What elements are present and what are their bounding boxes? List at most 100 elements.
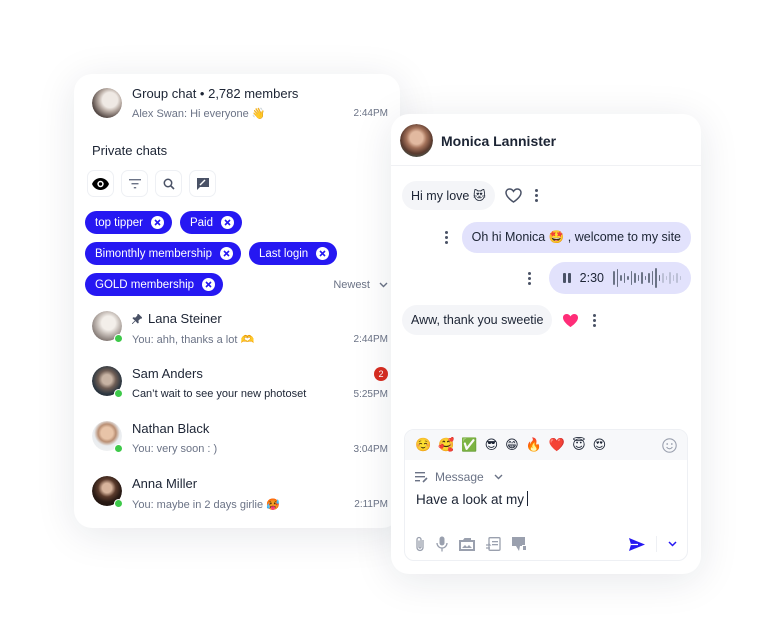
- filter-chip[interactable]: Last login: [248, 242, 338, 265]
- chat-toolbar: [87, 170, 216, 197]
- chat-list-item[interactable]: Anna Miller You: maybe in 2 days girlie …: [92, 469, 388, 524]
- quick-emoji[interactable]: 🔥: [526, 437, 542, 453]
- filter-chip[interactable]: GOLD membership: [85, 273, 224, 296]
- pin-icon: [132, 313, 142, 324]
- microphone-icon[interactable]: [436, 536, 448, 552]
- media-vault-icon[interactable]: [459, 537, 475, 551]
- quick-emoji[interactable]: ☺️: [415, 437, 431, 453]
- eye-icon: [92, 177, 109, 190]
- online-status-dot: [114, 499, 123, 508]
- unread-count-badge: 2: [374, 367, 388, 381]
- message-time: 2:44PM: [353, 334, 388, 345]
- message-outgoing: Oh hi Monica 🤩 , welcome to my site: [442, 222, 691, 253]
- chat-list-item[interactable]: Sam Anders 2 Can’t wait to see your new …: [92, 359, 388, 414]
- private-chat-list: Lana Steiner You: ahh, thanks a lot 🫶 2:…: [92, 304, 388, 524]
- chat-list-item[interactable]: Lana Steiner You: ahh, thanks a lot 🫶 2:…: [92, 304, 388, 359]
- filter-chip[interactable]: Paid: [179, 211, 242, 234]
- conversation-panel: Monica Lannister Hi my love 😻 Oh hi Moni…: [391, 114, 701, 574]
- message-type-dropdown[interactable]: Message: [415, 470, 503, 484]
- more-options-icon[interactable]: [525, 271, 535, 285]
- chevron-down-icon: [379, 282, 388, 288]
- chip-label: GOLD membership: [95, 278, 195, 291]
- remove-chip-icon[interactable]: [220, 216, 234, 229]
- sort-label: Newest: [333, 279, 370, 291]
- quick-emoji[interactable]: 😍: [593, 437, 607, 453]
- message-incoming: Aww, thank you sweetie: [402, 305, 599, 335]
- more-options-icon[interactable]: [532, 189, 542, 202]
- group-chat-preview: Alex Swan: Hi everyone 👋: [132, 108, 266, 120]
- pause-icon[interactable]: [562, 273, 571, 283]
- send-icon[interactable]: [629, 537, 645, 551]
- message-preview: Can’t wait to see your new photoset: [132, 388, 307, 400]
- contact-name: Monica Lannister: [441, 133, 557, 149]
- paid-message-icon[interactable]: [512, 537, 527, 551]
- private-chats-heading: Private chats: [92, 143, 168, 158]
- quick-emoji-bar: ☺️ 🥰 ✅ 😎 😁 🔥 ❤️ 😇 😍: [405, 430, 687, 460]
- message-input-text: Have a look at my: [416, 492, 525, 507]
- remove-chip-icon[interactable]: [202, 278, 216, 291]
- quick-emoji[interactable]: 🥰: [438, 437, 454, 453]
- chat-list-panel: Group chat • 2,782 members Alex Swan: Hi…: [74, 74, 400, 528]
- quick-emoji[interactable]: ✅: [461, 437, 477, 453]
- group-chat-title: Group chat • 2,782 members: [132, 86, 299, 101]
- more-options-icon[interactable]: [589, 313, 599, 327]
- filter-chip[interactable]: top tipper: [85, 211, 172, 234]
- voice-message-player[interactable]: 2:30: [548, 262, 691, 294]
- contact-name: Nathan Black: [132, 421, 210, 436]
- contact-avatar[interactable]: [400, 124, 433, 157]
- group-chat-time: 2:44PM: [353, 108, 388, 119]
- quick-emoji[interactable]: 😇: [572, 437, 586, 453]
- message-type-label: Message: [435, 470, 484, 484]
- message-preview: You: ahh, thanks a lot 🫶: [132, 334, 255, 346]
- chip-label: Bimonthly membership: [95, 247, 212, 260]
- send-options-chevron-icon[interactable]: [668, 541, 677, 547]
- contact-name: Lana Steiner: [148, 311, 222, 326]
- quick-emoji[interactable]: 😁: [505, 437, 519, 453]
- message-bubble[interactable]: Hi my love 😻: [402, 181, 495, 210]
- message-preview: You: maybe in 2 days girlie 🥵: [132, 499, 280, 511]
- remove-chip-icon[interactable]: [316, 247, 330, 260]
- divider: [656, 536, 657, 552]
- message-input[interactable]: Have a look at my: [416, 491, 529, 507]
- message-type-icon: [415, 471, 428, 483]
- quick-emoji[interactable]: ❤️: [549, 437, 565, 453]
- search-button[interactable]: [155, 170, 182, 197]
- remove-chip-icon[interactable]: [150, 216, 164, 229]
- heart-outline-icon[interactable]: [505, 188, 522, 203]
- remove-chip-icon[interactable]: [219, 247, 233, 260]
- filter-chip[interactable]: Bimonthly membership: [85, 242, 241, 265]
- message-composer: ☺️ 🥰 ✅ 😎 😁 🔥 ❤️ 😇 😍 Message Have a look …: [404, 429, 688, 561]
- message-incoming: Hi my love 😻: [402, 181, 542, 210]
- quick-emoji[interactable]: 😎: [485, 437, 499, 453]
- filter-button[interactable]: [121, 170, 148, 197]
- chip-label: top tipper: [95, 216, 143, 229]
- chip-label: Last login: [258, 247, 309, 260]
- group-chat-row[interactable]: Group chat • 2,782 members Alex Swan: Hi…: [92, 86, 388, 126]
- heart-filled-icon[interactable]: [562, 313, 579, 328]
- sort-dropdown[interactable]: Newest: [333, 279, 388, 291]
- emoji-picker-icon[interactable]: [662, 437, 677, 453]
- online-status-dot: [114, 444, 123, 453]
- compose-icon: [196, 177, 209, 190]
- waveform[interactable]: [613, 268, 681, 288]
- message-time: 3:04PM: [353, 444, 388, 455]
- message-preview: You: very soon : ): [132, 443, 218, 455]
- post-template-icon[interactable]: [486, 537, 501, 551]
- filter-icon: [128, 178, 141, 188]
- message-time: 2:11PM: [354, 499, 388, 510]
- message-bubble[interactable]: Oh hi Monica 🤩 , welcome to my site: [461, 222, 691, 253]
- attachment-icon[interactable]: [415, 536, 425, 552]
- text-cursor: [527, 491, 529, 506]
- visibility-button[interactable]: [87, 170, 114, 197]
- chip-label: Paid: [189, 216, 213, 229]
- online-status-dot: [114, 334, 123, 343]
- chat-list-item[interactable]: Nathan Black You: very soon : ) 3:04PM: [92, 414, 388, 469]
- more-options-icon[interactable]: [442, 231, 452, 244]
- group-avatar: [92, 88, 122, 118]
- contact-name: Sam Anders: [132, 366, 203, 381]
- new-message-button[interactable]: [189, 170, 216, 197]
- search-icon: [163, 178, 175, 190]
- voice-duration: 2:30: [579, 271, 604, 285]
- message-bubble[interactable]: Aww, thank you sweetie: [402, 305, 553, 335]
- message-time: 5:25PM: [353, 389, 388, 400]
